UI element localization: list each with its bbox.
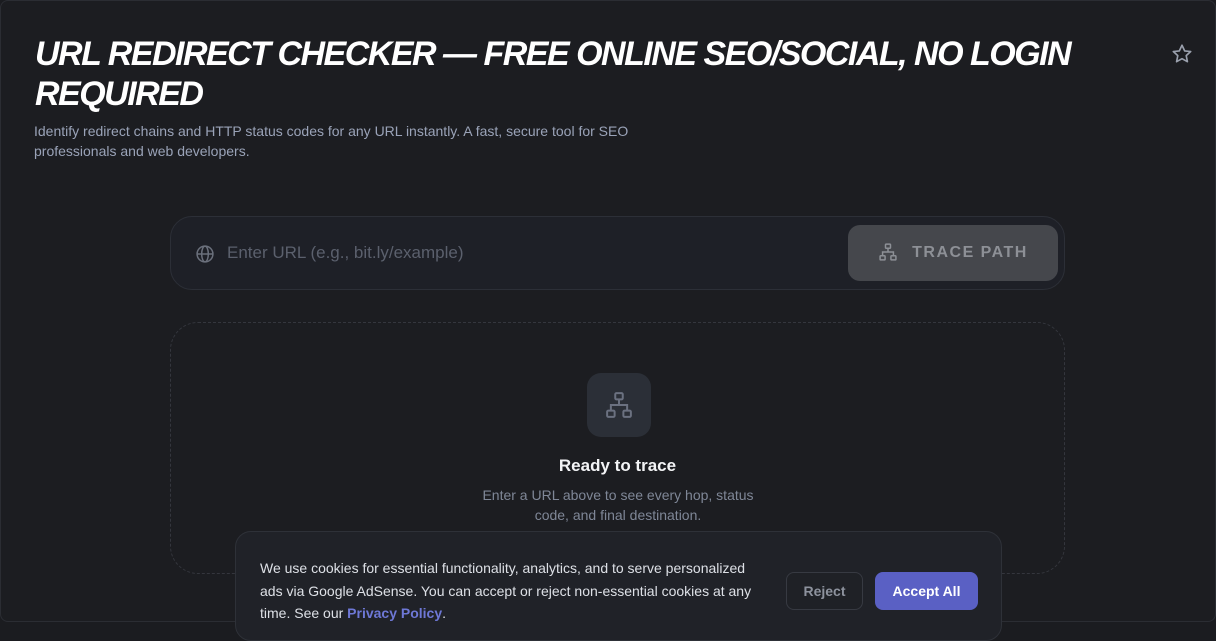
page-title: URL REDIRECT CHECKER — FREE ONLINE SEO/S… bbox=[35, 35, 1072, 113]
star-icon[interactable] bbox=[1171, 43, 1193, 65]
reject-button[interactable]: Reject bbox=[786, 572, 863, 610]
trace-path-label: TRACE PATH bbox=[912, 244, 1028, 261]
cookie-message: We use cookies for essential functionali… bbox=[260, 557, 770, 625]
url-input[interactable] bbox=[227, 235, 827, 271]
sitemap-icon bbox=[878, 242, 898, 265]
cookie-text-end: . bbox=[442, 605, 446, 621]
page-subtitle: Identify redirect chains and HTTP status… bbox=[34, 123, 629, 159]
sitemap-icon bbox=[587, 373, 651, 437]
empty-state-title: Ready to trace bbox=[558, 456, 677, 475]
empty-state-description: Enter a URL above to see every hop, stat… bbox=[482, 487, 754, 523]
accept-all-button[interactable]: Accept All bbox=[875, 572, 978, 610]
cookie-text: We use cookies for essential functionali… bbox=[260, 560, 752, 621]
privacy-policy-link[interactable]: Privacy Policy bbox=[347, 605, 442, 621]
url-search-bar: TRACE PATH bbox=[170, 216, 1065, 290]
cookie-banner: We use cookies for essential functionali… bbox=[235, 531, 1002, 641]
app-window: URL REDIRECT CHECKER — FREE ONLINE SEO/S… bbox=[0, 0, 1216, 641]
trace-path-button[interactable]: TRACE PATH bbox=[848, 225, 1058, 281]
globe-icon bbox=[195, 244, 215, 264]
